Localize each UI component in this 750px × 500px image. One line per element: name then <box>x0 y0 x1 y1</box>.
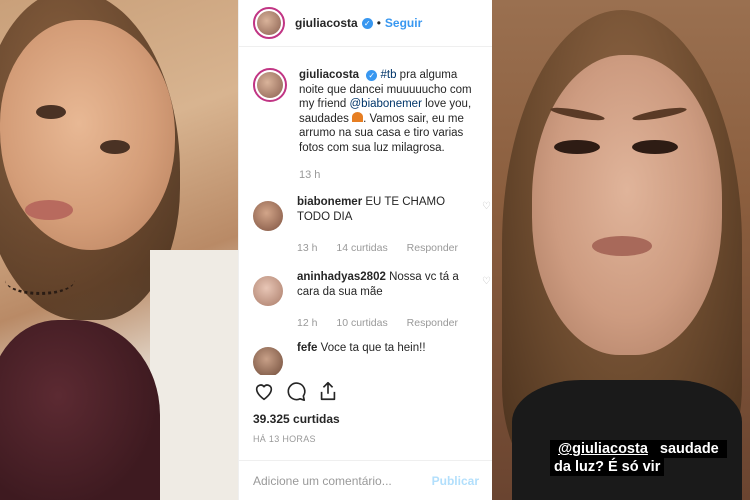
share-icon[interactable] <box>317 380 339 402</box>
comment-username[interactable]: aninhadyas2802 <box>297 271 386 283</box>
action-bar <box>253 380 339 402</box>
comment-item: aninhadyas2802 Nossa vc tá a cara da sua… <box>239 270 493 329</box>
caption-time: 13 h <box>299 169 321 181</box>
post-panel: giuliacosta ✓ • Seguir giuliacosta ✓ #tb… <box>238 0 493 500</box>
heart-icon[interactable]: ♡ <box>482 276 491 287</box>
heart-icon[interactable]: ♡ <box>482 201 491 212</box>
comment-username[interactable]: biabonemer <box>297 196 362 208</box>
hashtag-link[interactable]: #tb <box>380 69 396 81</box>
comment-input[interactable]: Adicione um comentário... <box>253 474 432 488</box>
posted-time: HÁ 13 HORAS <box>253 434 316 444</box>
comment-icon[interactable] <box>285 380 307 402</box>
comment-time: 13 h <box>297 242 318 254</box>
orange-heart-icon <box>352 111 364 122</box>
heart-icon[interactable] <box>253 380 275 402</box>
story-text: da luz? É só vir <box>550 458 665 476</box>
right-photo: @giuliacosta saudade da luz? É só vir <box>492 0 750 500</box>
add-comment-bar: Adicione um comentário... Publicar <box>239 460 493 500</box>
comment-likes[interactable]: 14 curtidas <box>336 242 387 254</box>
caption-avatar[interactable] <box>253 68 287 102</box>
follow-button[interactable]: Seguir <box>385 16 422 30</box>
comment-item: fefe Voce ta que ta hein!! <box>239 341 493 375</box>
publish-button[interactable]: Publicar <box>432 474 479 488</box>
comments-list[interactable]: giuliacosta ✓ #tb pra alguma noite que d… <box>239 48 493 375</box>
left-photo <box>0 0 238 500</box>
caption: giuliacosta ✓ #tb pra alguma noite que d… <box>239 58 493 155</box>
post-header: giuliacosta ✓ • Seguir <box>239 0 492 47</box>
separator-dot: • <box>376 16 381 30</box>
likes-count[interactable]: 39.325 curtidas <box>253 412 340 426</box>
comment-likes[interactable]: 10 curtidas <box>336 317 387 329</box>
mention-link[interactable]: @biabonemer <box>350 98 422 110</box>
avatar[interactable] <box>253 276 283 306</box>
comment-item: biabonemer EU TE CHAMO TODO DIA 13 h 14 … <box>239 195 493 254</box>
comment-time: 12 h <box>297 317 318 329</box>
caption-username[interactable]: giuliacosta <box>299 69 359 81</box>
story-mention[interactable]: @giuliacosta <box>554 440 652 458</box>
username[interactable]: giuliacosta <box>295 16 358 30</box>
avatar[interactable] <box>253 347 283 375</box>
comment-username[interactable]: fefe <box>297 342 317 354</box>
story-text: saudade <box>651 440 723 458</box>
reply-button[interactable]: Responder <box>407 242 458 254</box>
avatar[interactable] <box>253 201 283 231</box>
verified-badge-icon: ✓ <box>361 17 373 29</box>
story-caption: @giuliacosta saudade da luz? É só vir <box>550 440 727 476</box>
avatar[interactable] <box>253 7 285 39</box>
comment-text: Voce ta que ta hein!! <box>320 342 426 354</box>
reply-button[interactable]: Responder <box>407 317 458 329</box>
verified-badge-icon: ✓ <box>366 70 378 81</box>
